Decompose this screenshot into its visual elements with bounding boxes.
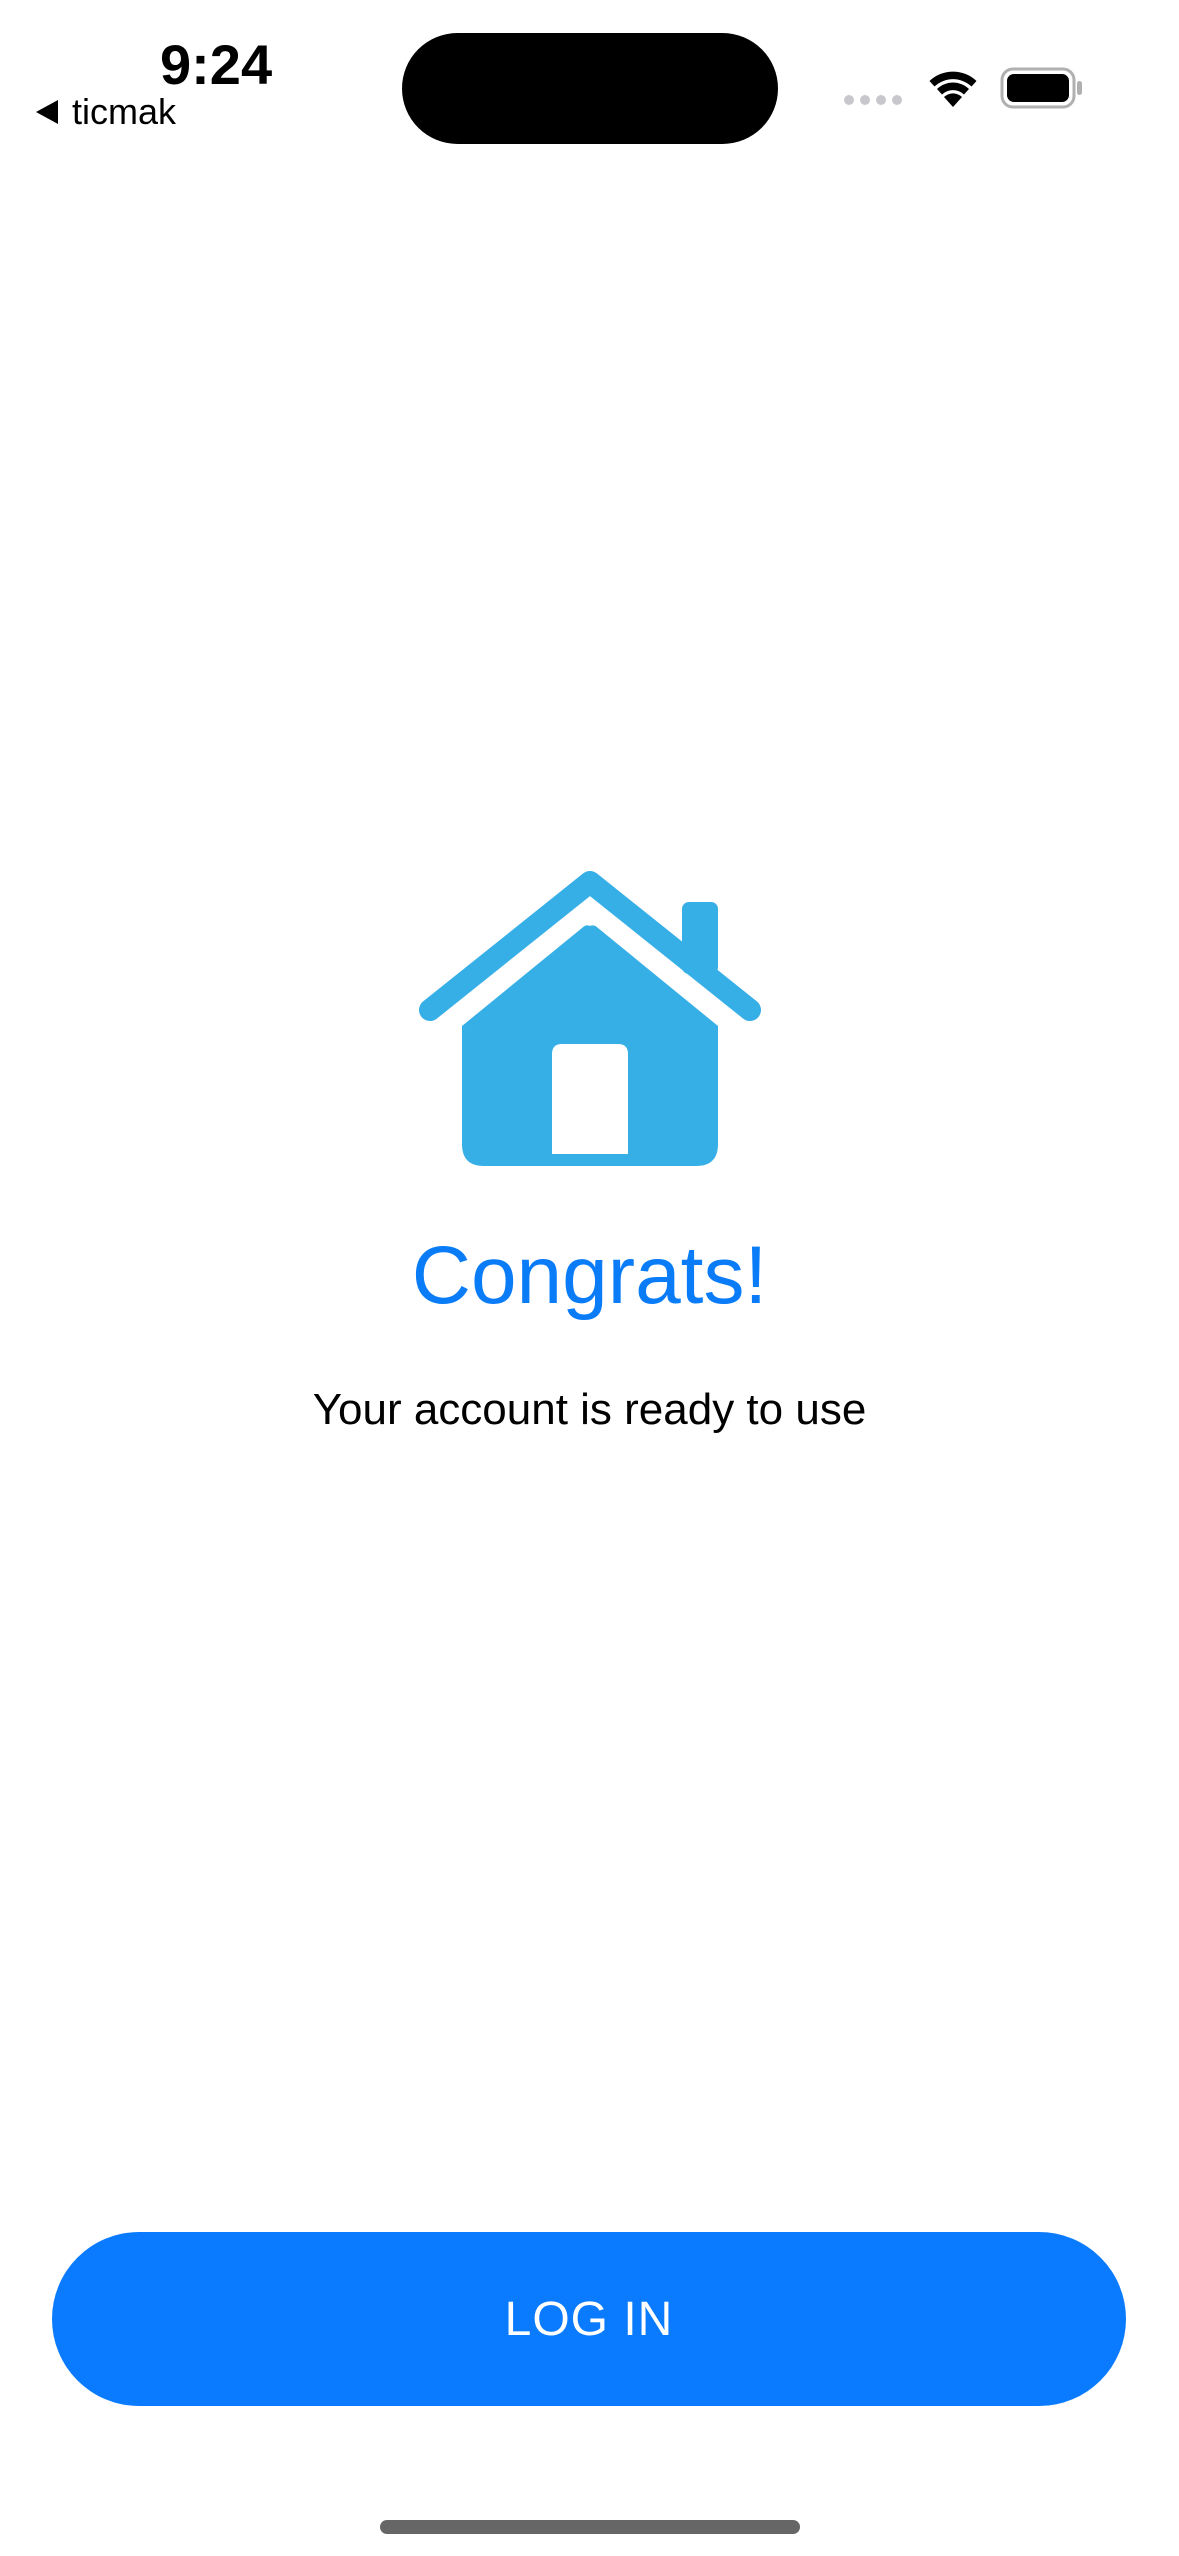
home-indicator[interactable] (380, 2520, 800, 2534)
status-time: 9:24 (160, 33, 273, 96)
back-triangle-icon (36, 100, 58, 124)
log-in-button[interactable]: LOG IN (52, 2232, 1126, 2406)
house-icon (419, 871, 761, 1166)
back-to-app-button[interactable]: ticmak (36, 90, 176, 134)
congrats-title: Congrats! (411, 1230, 768, 1321)
wifi-icon (929, 71, 977, 107)
dynamic-island (402, 33, 778, 144)
back-app-label: ticmak (72, 91, 177, 132)
account-ready-message: Your account is ready to use (312, 1385, 867, 1434)
battery-icon (1000, 67, 1082, 109)
cellular-signal-icon (844, 94, 906, 106)
